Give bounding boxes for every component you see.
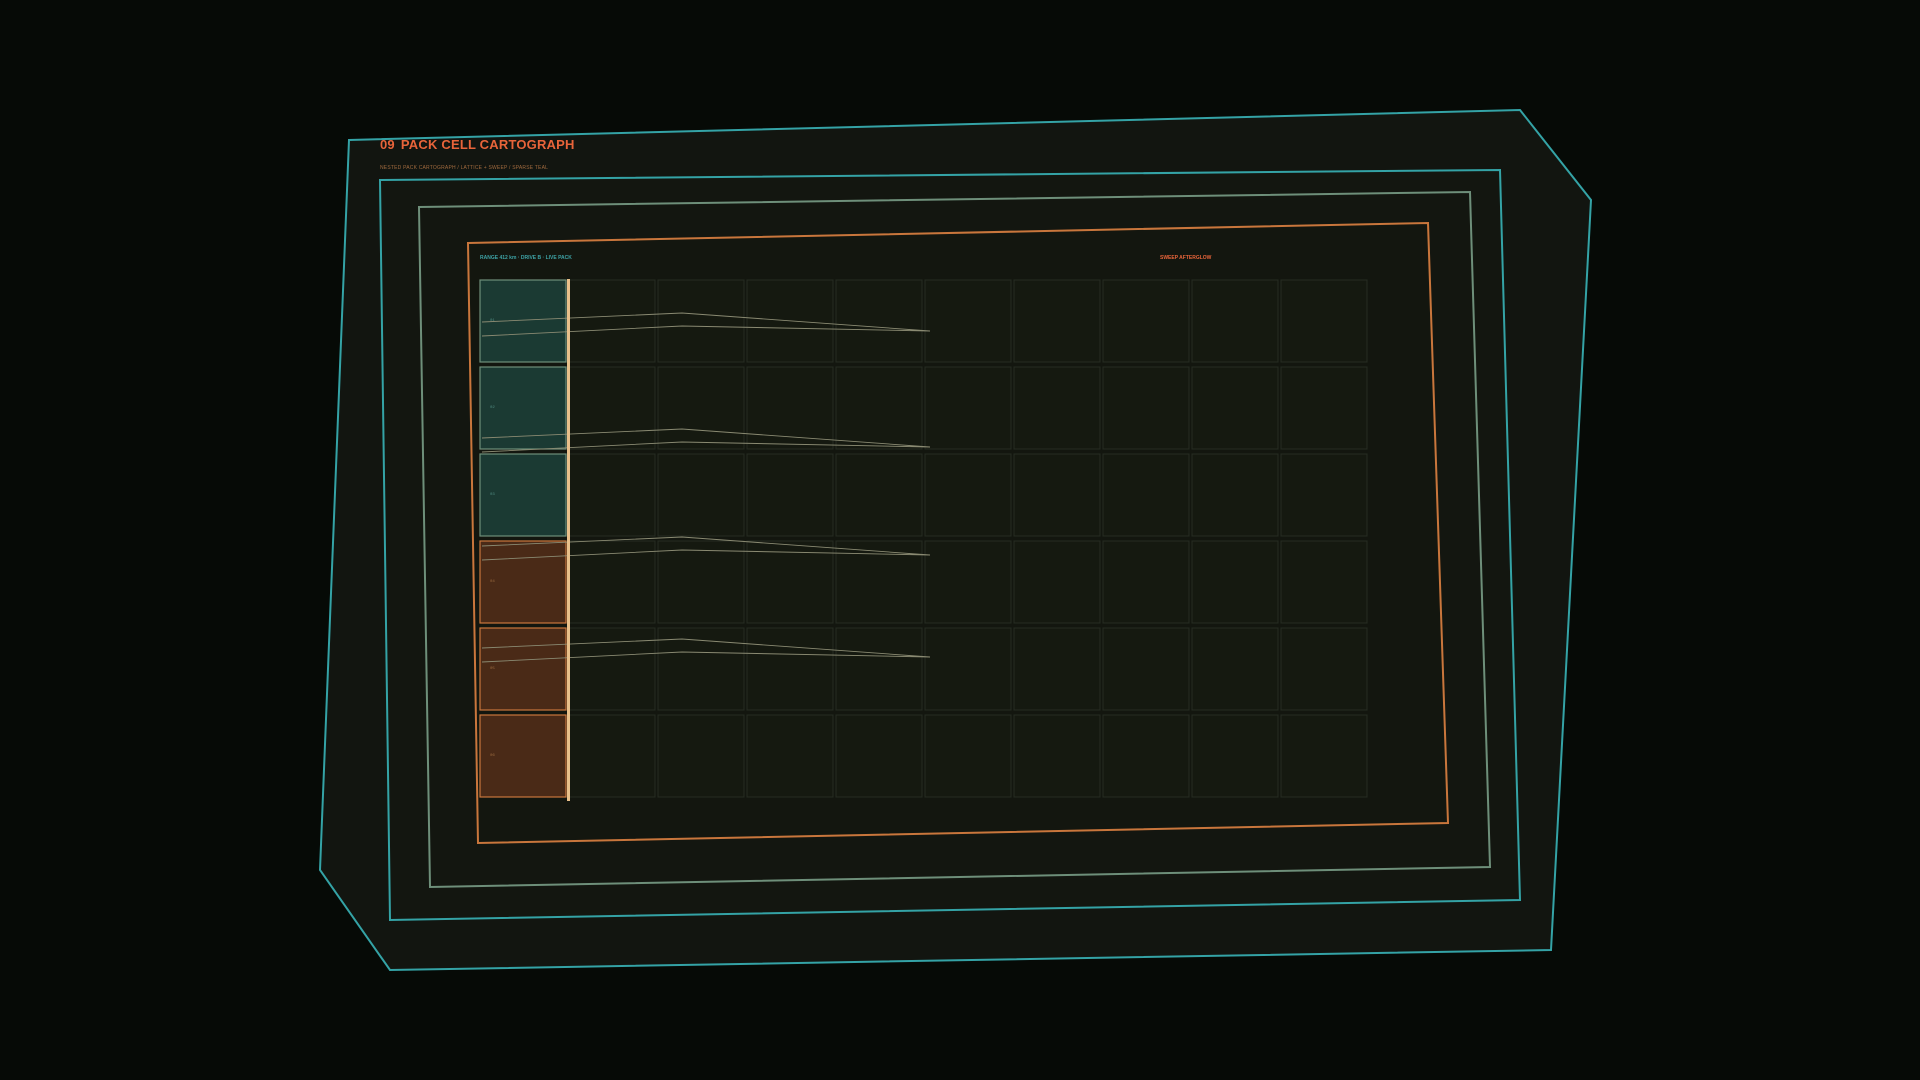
pack-cell[interactable] <box>924 279 1012 363</box>
panel-subtitle: NESTED PACK CARTOGRAPH / LATTICE + SWEEP… <box>380 165 549 171</box>
pack-cell[interactable] <box>657 453 745 537</box>
pack-cell[interactable] <box>924 540 1012 624</box>
panel-title-text: PACK CELL CARTOGRAPH <box>400 137 575 152</box>
range-readout: RANGE 412 km · DRIVE B · LIVE PACK <box>480 255 572 261</box>
pack-cell[interactable] <box>924 627 1012 711</box>
pack-cell[interactable] <box>1191 279 1279 363</box>
pack-cell[interactable] <box>1191 366 1279 450</box>
cell-row-label: 02 <box>490 406 495 410</box>
pack-cell[interactable] <box>568 366 656 450</box>
pack-cell[interactable] <box>924 453 1012 537</box>
sweep-afterglow-label: SWEEP AFTERGLOW <box>1160 255 1212 261</box>
pack-cell[interactable] <box>746 627 834 711</box>
pack-cell[interactable] <box>924 714 1012 798</box>
pack-cell[interactable] <box>835 714 923 798</box>
pack-cell[interactable] <box>835 279 923 363</box>
pack-cell[interactable] <box>1013 627 1101 711</box>
pack-cell[interactable] <box>1280 279 1368 363</box>
panel-number: 09 <box>380 137 395 152</box>
cell-row-label: 04 <box>490 580 495 584</box>
pack-cell[interactable] <box>1102 366 1190 450</box>
pack-cell[interactable] <box>1013 714 1101 798</box>
pack-cell[interactable] <box>1013 540 1101 624</box>
pack-cell[interactable] <box>1102 627 1190 711</box>
pack-cell[interactable] <box>657 279 745 363</box>
pack-cell[interactable] <box>568 714 656 798</box>
pack-cell[interactable] <box>746 453 834 537</box>
panel-title: 09 PACK CELL CARTOGRAPH <box>380 137 575 152</box>
pack-cell[interactable] <box>1102 540 1190 624</box>
pack-cell[interactable] <box>1191 540 1279 624</box>
pack-cell[interactable] <box>1102 279 1190 363</box>
pack-cell[interactable] <box>1013 279 1101 363</box>
pack-cell[interactable] <box>1191 714 1279 798</box>
pack-cell[interactable] <box>746 540 834 624</box>
pack-cell[interactable] <box>1280 627 1368 711</box>
pack-cartograph-frame: 010203040506 <box>318 108 1593 972</box>
pack-cell[interactable] <box>1102 453 1190 537</box>
pack-cell[interactable] <box>1013 453 1101 537</box>
pack-cell[interactable] <box>1191 627 1279 711</box>
pack-cell[interactable] <box>1280 714 1368 798</box>
pack-cell[interactable] <box>1280 453 1368 537</box>
pack-cell[interactable] <box>568 453 656 537</box>
pack-cell[interactable] <box>1280 366 1368 450</box>
pack-cell[interactable] <box>1102 714 1190 798</box>
pack-cell[interactable] <box>835 627 923 711</box>
cell-row-label: 05 <box>490 667 495 671</box>
pack-cell[interactable] <box>568 627 656 711</box>
pack-cell[interactable] <box>1280 540 1368 624</box>
pack-cell[interactable] <box>568 279 656 363</box>
sweep-bar[interactable] <box>567 279 570 801</box>
pack-cell[interactable] <box>924 366 1012 450</box>
pack-cell[interactable] <box>835 453 923 537</box>
pack-cell[interactable] <box>657 714 745 798</box>
pack-cell[interactable] <box>1013 366 1101 450</box>
pack-cell[interactable] <box>746 714 834 798</box>
pack-cell[interactable] <box>835 366 923 450</box>
cell-row-label: 03 <box>490 493 495 497</box>
cell-row-label: 06 <box>490 754 495 758</box>
pack-cell[interactable] <box>1191 453 1279 537</box>
pack-cell[interactable] <box>657 540 745 624</box>
pack-cell[interactable] <box>657 366 745 450</box>
